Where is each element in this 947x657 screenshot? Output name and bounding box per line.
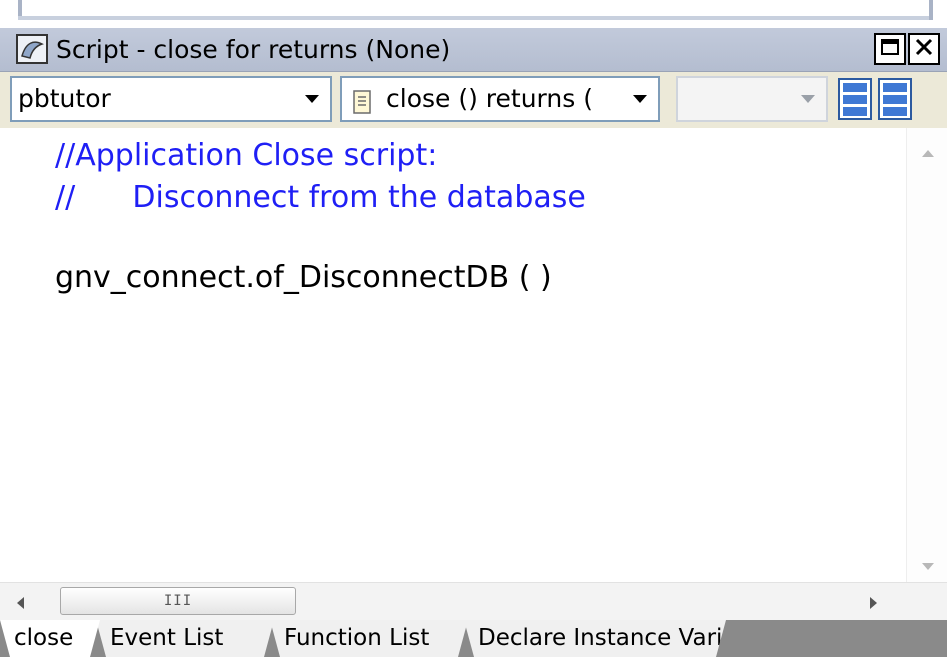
chevron-down-icon[interactable] [622, 78, 658, 120]
maximize-icon [880, 38, 900, 60]
object-dropdown-value: pbtutor [18, 84, 111, 113]
script-toolbar: pbtutor close () returns ( [0, 72, 947, 128]
horizontal-scroll-thumb[interactable]: III [60, 587, 296, 615]
scroll-down-icon[interactable] [919, 558, 937, 570]
code-line[interactable]: // Disconnect from the database [55, 180, 586, 215]
tab-close[interactable]: close [0, 620, 100, 657]
tab-event-list[interactable]: Event List [96, 620, 274, 657]
chevron-down-icon[interactable] [294, 78, 330, 120]
script-view-tabs: Declare Instance Variables Function List… [0, 620, 947, 657]
window-title: Script - close for returns (None) [56, 35, 451, 64]
vertical-scrollbar[interactable] [906, 128, 947, 582]
script-editor[interactable]: //Application Close script: // Disconnec… [0, 128, 906, 582]
object-dropdown[interactable]: pbtutor [10, 76, 332, 122]
close-icon [915, 38, 933, 60]
code-line[interactable]: gnv_connect.of_DisconnectDB ( ) [55, 260, 552, 295]
window-frame-top [0, 0, 947, 28]
scroll-thumb-grip: III [163, 593, 193, 609]
tab-declare-instance-variables[interactable]: Declare Instance Variables [464, 620, 726, 657]
scroll-right-icon[interactable] [868, 595, 880, 611]
event-dropdown-value: close () returns ( [386, 84, 593, 113]
frame-divider [18, 16, 933, 20]
chevron-down-icon[interactable] [790, 78, 826, 120]
script-window-titlebar[interactable]: Script - close for returns (None) [0, 28, 947, 72]
maximize-button[interactable] [874, 33, 906, 65]
event-dropdown[interactable]: close () returns ( [340, 76, 660, 122]
code-line[interactable]: //Application Close script: [55, 138, 437, 173]
horizontal-scrollbar[interactable]: III [0, 582, 947, 620]
close-window-button[interactable] [908, 33, 940, 65]
split-horizontal-button[interactable] [838, 78, 872, 120]
event-script-icon [352, 86, 374, 114]
tab-function-list[interactable]: Function List [270, 620, 468, 657]
scroll-left-icon[interactable] [14, 595, 26, 611]
ancestor-dropdown[interactable] [676, 76, 828, 122]
frame-edge-right [929, 0, 933, 20]
split-vertical-button[interactable] [878, 78, 912, 120]
script-icon [16, 34, 48, 64]
scroll-up-icon[interactable] [919, 144, 937, 157]
